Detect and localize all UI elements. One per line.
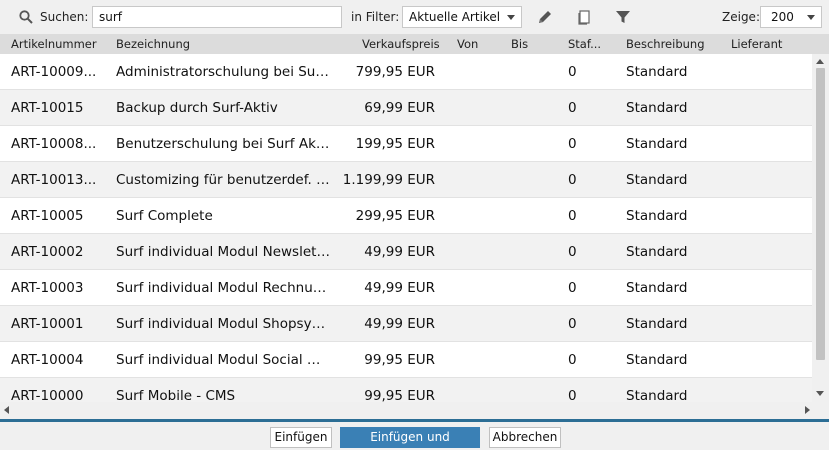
cell-artnr: ART-10005 <box>11 208 84 224</box>
chevron-down-icon <box>807 15 815 20</box>
cell-staf: 0 <box>568 136 577 152</box>
cell-beschr: Standard <box>626 244 688 260</box>
column-header-beschreibung[interactable]: Beschreibung <box>626 37 705 51</box>
show-count-select[interactable]: 200 <box>760 6 822 28</box>
scroll-left-icon[interactable] <box>4 406 9 414</box>
cell-bez: Surf individual Modul Shopsyst... <box>116 316 331 332</box>
horizontal-scrollbar[interactable] <box>0 402 829 419</box>
table-row[interactable]: ART-10009... Administratorschulung bei Su… <box>0 54 812 90</box>
scroll-down-icon[interactable] <box>816 391 824 396</box>
cell-staf: 0 <box>568 64 577 80</box>
table-header: Artikelnummer Bezeichnung Verkaufspreis … <box>0 34 829 54</box>
cell-bez: Surf individual Modul Newslett... <box>116 244 331 260</box>
search-icon <box>19 10 33 24</box>
copy-icon[interactable] <box>575 8 593 26</box>
insert-button[interactable]: Einfügen <box>270 427 332 448</box>
cancel-button[interactable]: Abbrechen <box>489 427 561 448</box>
table-row[interactable]: ART-10001 Surf individual Modul Shopsyst.… <box>0 306 812 342</box>
vertical-scrollbar[interactable] <box>812 54 829 402</box>
cell-staf: 0 <box>568 172 577 188</box>
table-row[interactable]: ART-10005 Surf Complete 299,95 EUR 0 Standar… <box>0 198 812 234</box>
cell-artnr: ART-10009... <box>11 64 97 80</box>
cell-beschr: Standard <box>626 280 688 296</box>
column-header-lieferant[interactable]: Lieferant <box>731 37 782 51</box>
table-row[interactable]: ART-10000 Surf Mobile - CMS 99,95 EUR 0 Stan… <box>0 378 812 402</box>
cell-preis: 49,99 EUR <box>364 244 435 260</box>
cell-bez: Surf individual Modul Social M... <box>116 352 331 368</box>
cell-bez: Administratorschulung bei Surf ... <box>116 64 331 80</box>
cell-beschr: Standard <box>626 64 688 80</box>
scroll-right-icon[interactable] <box>805 406 810 414</box>
cell-staf: 0 <box>568 208 577 224</box>
cell-preis: 1.199,99 EUR <box>342 172 435 188</box>
insert-and-close-button[interactable]: Einfügen und Schließen <box>340 427 480 463</box>
vertical-scroll-thumb[interactable] <box>816 68 825 360</box>
cell-beschr: Standard <box>626 208 688 224</box>
table-row[interactable]: ART-10015 Backup durch Surf-Aktiv 69,99 EU… <box>0 90 812 126</box>
cell-artnr: ART-10002 <box>11 244 84 260</box>
cell-preis: 49,99 EUR <box>364 316 435 332</box>
cell-beschr: Standard <box>626 100 688 116</box>
cell-beschr: Standard <box>626 388 688 402</box>
filter-select[interactable]: Aktuelle Artikel <box>402 6 522 28</box>
cell-artnr: ART-10013... <box>11 172 97 188</box>
search-input[interactable] <box>92 6 342 28</box>
show-label: Zeige: <box>722 10 760 24</box>
cell-preis: 799,95 EUR <box>355 64 435 80</box>
column-header-artikelnummer[interactable]: Artikelnummer <box>11 37 97 51</box>
scroll-up-icon[interactable] <box>816 59 824 64</box>
filter-select-value: Aktuelle Artikel <box>409 10 501 24</box>
cell-staf: 0 <box>568 388 577 402</box>
cell-beschr: Standard <box>626 136 688 152</box>
cell-staf: 0 <box>568 244 577 260</box>
edit-icon[interactable] <box>536 8 554 26</box>
cell-bez: Benutzerschulung bei Surf Aktiv <box>116 136 331 152</box>
cell-staf: 0 <box>568 316 577 332</box>
cell-bez: Backup durch Surf-Aktiv <box>116 100 278 116</box>
cell-bez: Surf Mobile - CMS <box>116 388 236 402</box>
cell-beschr: Standard <box>626 316 688 332</box>
cell-artnr: ART-10004 <box>11 352 84 368</box>
show-count-value: 200 <box>771 10 794 24</box>
cell-bez: Surf Complete <box>116 208 213 224</box>
cell-artnr: ART-10015 <box>11 100 84 116</box>
column-header-bezeichnung[interactable]: Bezeichnung <box>116 37 190 51</box>
search-label: Suchen: <box>40 10 89 24</box>
toolbar: Suchen: in Filter: Aktuelle Artikel Zeig… <box>0 0 829 34</box>
cell-staf: 0 <box>568 352 577 368</box>
table-row[interactable]: ART-10002 Surf individual Modul Newslett.… <box>0 234 812 270</box>
column-header-staffel[interactable]: Staf... <box>568 37 601 51</box>
article-table: ART-10009... Administratorschulung bei Su… <box>0 54 812 402</box>
table-row[interactable]: ART-10003 Surf individual Modul Rechnun..… <box>0 270 812 306</box>
filter-icon[interactable] <box>614 8 632 26</box>
cell-bez: Customizing für benutzerdef. Sy... <box>116 172 331 188</box>
chevron-down-icon <box>507 15 515 20</box>
cell-preis: 49,99 EUR <box>364 280 435 296</box>
dialog-footer: Einfügen Einfügen und Schließen Abbreche… <box>0 422 829 463</box>
cell-artnr: ART-10008... <box>11 136 97 152</box>
cell-artnr: ART-10003 <box>11 280 84 296</box>
cell-staf: 0 <box>568 100 577 116</box>
cell-staf: 0 <box>568 280 577 296</box>
cell-preis: 299,95 EUR <box>355 208 435 224</box>
cell-preis: 99,95 EUR <box>364 388 435 402</box>
cell-beschr: Standard <box>626 352 688 368</box>
cell-artnr: ART-10000 <box>11 388 84 402</box>
column-header-bis[interactable]: Bis <box>511 37 528 51</box>
cell-bez: Surf individual Modul Rechnun... <box>116 280 331 296</box>
filter-label: in Filter: <box>351 10 400 24</box>
table-row[interactable]: ART-10004 Surf individual Modul Social M.… <box>0 342 812 378</box>
table-row[interactable]: ART-10013... Customizing für benutzerdef.… <box>0 162 812 198</box>
cell-artnr: ART-10001 <box>11 316 84 332</box>
cell-preis: 199,95 EUR <box>355 136 435 152</box>
table-row[interactable]: ART-10008... Benutzerschulung bei Surf Ak… <box>0 126 812 162</box>
column-header-verkaufspreis[interactable]: Verkaufspreis <box>362 37 440 51</box>
cell-beschr: Standard <box>626 172 688 188</box>
cell-preis: 69,99 EUR <box>364 100 435 116</box>
cell-preis: 99,95 EUR <box>364 352 435 368</box>
column-header-von[interactable]: Von <box>457 37 478 51</box>
